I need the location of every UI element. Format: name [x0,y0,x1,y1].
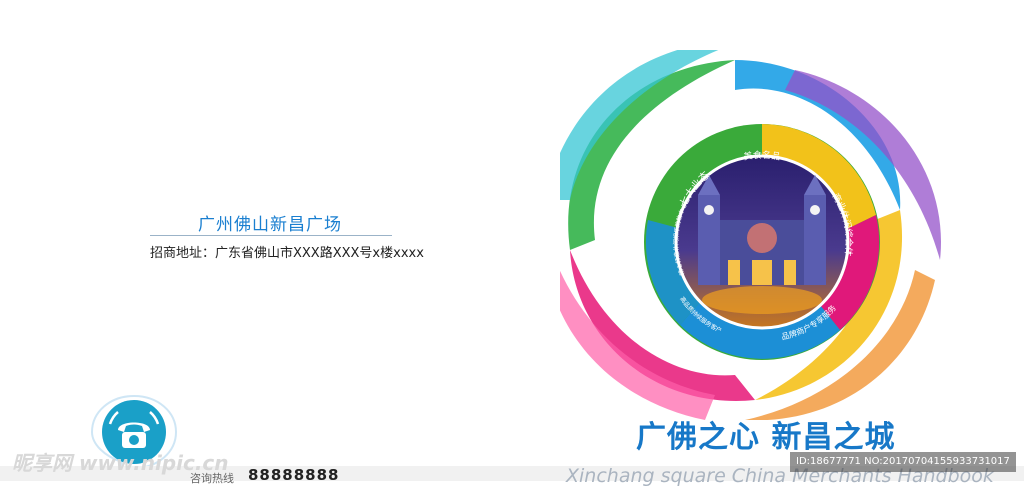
title-divider [150,235,392,236]
emblem-ring: 美食名品 七大业态 商业休闲综合体 品牌商户专享服务 精心打造休闲娱乐购物中心 … [644,124,880,360]
hotline-label: 咨询热线 [190,472,234,485]
slogan: 广佛之心 新昌之城 [636,420,896,455]
address-line: 招商地址：广东省佛山市XXX路XXX号x楼xxxx [150,246,424,261]
hotline-number: 88888888 [248,466,340,484]
image-id-badge: ID:18677771 NO:20170704155933731017 [790,452,1016,472]
plaza-name: 广州佛山新昌广场 [198,215,342,235]
